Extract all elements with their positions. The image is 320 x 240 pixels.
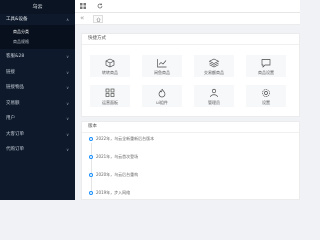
timeline-item: 2022年，乌云全新重新后台版本 bbox=[96, 136, 155, 141]
refresh-icon[interactable] bbox=[97, 3, 103, 11]
timeline-dot bbox=[89, 191, 93, 195]
chevron-down-icon: ∨ bbox=[66, 116, 69, 121]
top-bar bbox=[75, 0, 300, 13]
chevron-down-icon: ∨ bbox=[66, 147, 69, 152]
home-icon bbox=[96, 17, 101, 22]
timeline-item: 2019年，步入网络 bbox=[96, 190, 131, 195]
timeline-item: 2021年，乌云首次登场 bbox=[96, 154, 139, 159]
sidebar-item-link-goods[interactable]: 链接物品 ∨ bbox=[0, 80, 75, 96]
timeline-title: 版本 bbox=[82, 122, 299, 133]
apps-icon bbox=[105, 88, 115, 97]
menu-group-tools: 工具&设备 ∧ 商品分类 商品规格 bbox=[0, 14, 75, 49]
timeline-panel: 版本 2022年，乌云全新重新后台版本 2021年，乌云首次登场 2020年，乌… bbox=[81, 121, 300, 200]
shortcut-label: 闲鱼商品 bbox=[154, 70, 170, 75]
shortcut-tile[interactable]: 管理员 bbox=[194, 85, 234, 107]
shortcut-label: 商品设置 bbox=[258, 70, 274, 75]
shortcut-label: ui组件 bbox=[156, 100, 168, 105]
chevron-down-icon: ∨ bbox=[66, 69, 69, 75]
chevron-down-icon: ∨ bbox=[66, 54, 69, 59]
sidebar-item-label: 代购订单 bbox=[6, 147, 24, 152]
gear-icon bbox=[262, 89, 270, 97]
sidebar: 乌云 工具&设备 ∧ 商品分类 商品规格 客服&28 ∨ 链接 ∨ 链接物品 ∨… bbox=[0, 0, 75, 200]
timeline-dot bbox=[89, 155, 93, 159]
grid-icon[interactable] bbox=[80, 3, 86, 11]
timeline-dot bbox=[89, 173, 93, 177]
menu-group-tools-label: 工具&设备 bbox=[6, 17, 28, 22]
timeline-line bbox=[90, 143, 92, 191]
sidebar-item-label: 链接物品 bbox=[6, 85, 24, 90]
sidebar-item-label: 用户 bbox=[6, 116, 15, 121]
shortcuts-panel: 快捷方式 转转商品 闲鱼商品 交易额商品 商品设置 运营面板 ui组件 管理员 bbox=[81, 33, 300, 117]
shortcut-tile[interactable]: 转转商品 bbox=[90, 55, 130, 77]
sidebar-item-link[interactable]: 链接 ∨ bbox=[0, 65, 75, 81]
sidebar-item-proxy-orders[interactable]: 代购订单 ∨ bbox=[0, 142, 75, 158]
layers-icon bbox=[208, 58, 220, 68]
shortcut-tile[interactable]: 交易额商品 bbox=[194, 55, 234, 77]
submenu-item-spec[interactable]: 商品规格 bbox=[0, 37, 75, 47]
shortcut-label: 运营面板 bbox=[102, 100, 118, 105]
chevron-down-icon: ∨ bbox=[66, 100, 69, 106]
user-icon bbox=[210, 88, 218, 98]
shortcut-tile[interactable]: 设置 bbox=[246, 85, 286, 107]
fire-icon bbox=[158, 88, 166, 98]
sidebar-item-trade[interactable]: 交易额 ∨ bbox=[0, 96, 75, 112]
sidebar-item-label: 客服&28 bbox=[6, 54, 25, 59]
shortcut-tile[interactable]: 运营面板 bbox=[90, 85, 130, 107]
chevron-down-icon: ∨ bbox=[66, 131, 69, 137]
sidebar-item-label: 交易额 bbox=[6, 100, 20, 106]
shortcuts-title: 快捷方式 bbox=[82, 34, 299, 45]
shortcut-label: 交易额商品 bbox=[204, 70, 224, 75]
chart-icon bbox=[157, 59, 167, 68]
shortcut-tile[interactable]: 闲鱼商品 bbox=[142, 55, 182, 77]
sidebar-item-big-orders[interactable]: 大客订单 ∨ bbox=[0, 127, 75, 143]
chevron-up-icon: ∧ bbox=[66, 17, 69, 22]
sidebar-item-label: 链接 bbox=[6, 69, 15, 75]
timeline-item: 2020年，乌云后台重构 bbox=[96, 172, 139, 177]
double-chevron-left-icon[interactable]: « bbox=[80, 15, 84, 22]
shortcut-label: 管理员 bbox=[208, 100, 220, 105]
shortcut-label: 设置 bbox=[262, 100, 270, 105]
sidebar-item-label: 大客订单 bbox=[6, 131, 24, 137]
submenu-item-category[interactable]: 商品分类 bbox=[0, 27, 75, 37]
menu-group-tools-title[interactable]: 工具&设备 ∧ bbox=[0, 14, 75, 25]
submenu: 商品分类 商品规格 bbox=[0, 25, 75, 49]
sidebar-item-users[interactable]: 用户 ∨ bbox=[0, 111, 75, 127]
sidebar-item-customer[interactable]: 客服&28 ∨ bbox=[0, 49, 75, 65]
chevron-down-icon: ∨ bbox=[66, 85, 69, 90]
tab-home[interactable] bbox=[93, 15, 103, 23]
brand-logo: 乌云 bbox=[0, 0, 75, 14]
cube-icon bbox=[105, 58, 115, 68]
shortcut-tile[interactable]: 商品设置 bbox=[246, 55, 286, 77]
timeline-dot bbox=[89, 137, 93, 141]
tabs-bar: « bbox=[75, 13, 300, 25]
comment-icon bbox=[261, 59, 271, 68]
shortcut-tile[interactable]: ui组件 bbox=[142, 85, 182, 107]
shortcut-label: 转转商品 bbox=[102, 70, 118, 75]
